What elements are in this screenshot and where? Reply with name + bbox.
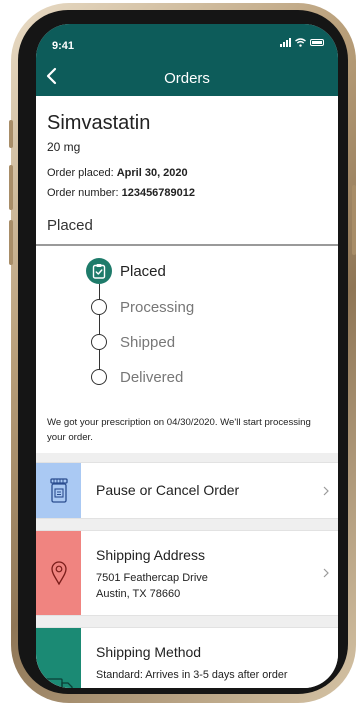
order-placed-label: Order placed: <box>47 167 114 179</box>
tracker-step-processing: Processing <box>86 293 194 321</box>
tracker-step-delivered: Delivered <box>86 363 183 391</box>
pause-cancel-order-row[interactable]: Pause or Cancel Order <box>36 462 338 519</box>
pill-bottle-icon <box>36 463 81 518</box>
step-circle-icon <box>91 334 107 350</box>
order-number-line: Order number: 123456789012 <box>47 187 195 199</box>
row-separator <box>36 519 338 530</box>
wifi-icon <box>295 38 306 47</box>
battery-icon <box>310 39 324 46</box>
order-placed-value: April 30, 2020 <box>116 167 188 179</box>
order-content: Simvastatin 20 mg Order placed: April 30… <box>36 96 338 688</box>
order-placed-line: Order placed: April 30, 2020 <box>47 167 188 179</box>
status-time: 9:41 <box>52 40 75 52</box>
app-header: 9:41 Orders <box>36 24 338 96</box>
clipboard-check-icon <box>86 258 112 284</box>
shipping-address-row[interactable]: Shipping Address 7501 Feathercap Drive A… <box>36 530 338 616</box>
truck-icon <box>36 628 81 688</box>
location-pin-icon <box>36 531 81 615</box>
tracker-step-placed: Placed <box>86 257 166 285</box>
status-note: We got your prescription on 04/30/2020. … <box>47 417 311 443</box>
order-tracker: Placed Processing Shipped Delivered <box>86 258 326 388</box>
status-icons <box>280 38 324 47</box>
chevron-right-icon <box>323 568 329 578</box>
order-number-label: Order number: <box>47 187 119 199</box>
shipping-method-label: Shipping Method <box>96 644 202 660</box>
status-divider <box>36 244 338 246</box>
tracker-step-label: Shipped <box>120 333 176 351</box>
order-status: Placed <box>47 217 93 234</box>
shipping-method-row[interactable]: Shipping Method Standard: Arrives in 3-5… <box>36 627 338 688</box>
app-screen: 9:41 Orders Simvastatin 20 mg Order plac… <box>36 24 338 688</box>
phone-volume-down-button <box>9 220 13 265</box>
tracker-step-label: Placed <box>120 262 166 280</box>
shipping-method-detail: Standard: Arrives in 3-5 days after orde… <box>96 669 288 681</box>
address-line-1: 7501 Feathercap Drive <box>96 572 208 584</box>
tracker-step-label: Delivered <box>120 368 184 386</box>
phone-volume-up-button <box>9 165 13 210</box>
pause-cancel-order-label: Pause or Cancel Order <box>96 482 240 498</box>
tracker-step-label: Processing <box>120 298 195 316</box>
step-circle-icon <box>91 369 107 385</box>
signal-icon <box>280 38 291 47</box>
page-title: Orders <box>164 70 210 87</box>
chevron-right-icon <box>323 486 329 495</box>
section-separator <box>36 453 338 462</box>
row-separator <box>36 616 338 627</box>
shipping-address-label: Shipping Address <box>96 547 205 563</box>
order-number-value: 123456789012 <box>121 187 196 199</box>
phone-power-button <box>352 185 356 255</box>
step-circle-icon <box>91 299 107 315</box>
phone-side-button <box>9 120 13 148</box>
address-line-2: Austin, TX 78660 <box>96 588 181 600</box>
drug-name: Simvastatin <box>47 112 151 134</box>
drug-dose: 20 mg <box>47 140 81 154</box>
tracker-step-shipped: Shipped <box>86 328 175 356</box>
